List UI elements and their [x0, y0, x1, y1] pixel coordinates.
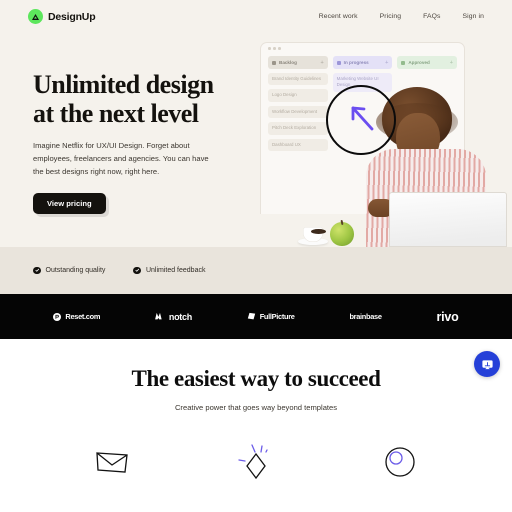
- client-logo-label: rivo: [436, 309, 459, 324]
- add-card-button[interactable]: +: [450, 60, 453, 66]
- reset-circle-icon: [53, 312, 62, 321]
- nav-links: Recent work Pricing FAQs Sign in: [319, 13, 484, 20]
- client-logo-label: Reset.com: [65, 312, 101, 321]
- badge-label: Outstanding quality: [45, 267, 106, 274]
- client-logo-strip: Reset.com notch FullPicture brainbase ri…: [0, 294, 512, 339]
- add-card-button[interactable]: +: [385, 60, 388, 66]
- client-logo-rivo[interactable]: rivo: [436, 310, 458, 324]
- client-logo-notch[interactable]: notch: [154, 311, 192, 322]
- nav-link-pricing[interactable]: Pricing: [380, 13, 401, 20]
- laptop-graphic: [389, 192, 507, 247]
- mountain-logo-icon: [28, 9, 43, 24]
- cup-coffee: [310, 228, 326, 234]
- window-dot: [273, 47, 276, 50]
- hero-subtitle: Imagine Netflix for UX/UI Design. Forget…: [33, 141, 209, 177]
- add-card-button[interactable]: +: [320, 60, 323, 66]
- badge-unlimited-feedback: Unlimited feedback: [133, 266, 206, 275]
- bottom-section: The easiest way to succeed Creative powe…: [0, 339, 512, 512]
- board-card[interactable]: Dashboard UX: [268, 138, 328, 151]
- column-title: Backlog: [279, 60, 297, 65]
- hero-title-line1: Unlimited design: [33, 70, 214, 99]
- client-logo-label: brainbase: [349, 312, 382, 321]
- board-column-backlog: Backlog + Brand Identity Guidelines Logo…: [268, 56, 328, 151]
- column-header: Approved +: [397, 56, 458, 69]
- apple-stem: [340, 219, 344, 226]
- hero-title-line2: at the next level: [33, 99, 199, 129]
- client-logo-brainbase[interactable]: brainbase: [349, 312, 382, 321]
- column-title: Approved: [408, 60, 430, 65]
- chat-bubble-icon[interactable]: [474, 351, 500, 377]
- landing-page: DesignUp Recent work Pricing FAQs Sign i…: [0, 0, 512, 512]
- brand-name: DesignUp: [48, 10, 96, 23]
- board-card[interactable]: Pitch Deck Exploration: [268, 122, 328, 135]
- client-logo-reset[interactable]: Reset.com: [53, 312, 100, 321]
- top-navigation: DesignUp Recent work Pricing FAQs Sign i…: [0, 0, 512, 33]
- hero-copy: Unlimited design at the next level Imagi…: [33, 70, 248, 215]
- client-logo-label: FullPicture: [259, 312, 295, 321]
- client-logo-label: notch: [168, 311, 192, 322]
- check-circle-icon: [33, 266, 41, 275]
- window-dot: [268, 47, 271, 50]
- feature-icon-row: [0, 439, 512, 485]
- board-card[interactable]: Logo Design: [268, 89, 328, 102]
- board-card[interactable]: Workflow Development: [268, 105, 328, 119]
- hero-artwork: Backlog + Brand Identity Guidelines Logo…: [254, 42, 512, 247]
- envelope-icon: [89, 439, 135, 485]
- circles-icon: [377, 439, 423, 485]
- sparkle-diamond-icon: [233, 439, 279, 485]
- fullpicture-flag-icon: [247, 312, 255, 320]
- board-window-bar: [261, 43, 464, 54]
- window-dot: [278, 47, 281, 50]
- column-chip-icon: [272, 60, 276, 65]
- bottom-subtitle: Creative power that goes way beyond temp…: [174, 403, 338, 413]
- view-pricing-button[interactable]: View pricing: [33, 193, 106, 215]
- board-card[interactable]: Brand Identity Guidelines: [268, 73, 328, 86]
- hero-section: DesignUp Recent work Pricing FAQs Sign i…: [0, 0, 512, 247]
- column-title: In progress: [343, 60, 369, 65]
- feature-badges-band: Outstanding quality Unlimited feedback: [0, 247, 512, 294]
- column-header: In progress +: [332, 56, 393, 69]
- bottom-title: The easiest way to succeed: [131, 366, 381, 391]
- coffee-cup-graphic: [298, 221, 328, 245]
- nav-link-faqs[interactable]: FAQs: [423, 13, 440, 20]
- notch-mark-icon: [154, 312, 162, 320]
- nav-link-sign-in[interactable]: Sign in: [463, 13, 484, 20]
- column-chip-icon: [336, 60, 341, 65]
- nav-link-recent-work[interactable]: Recent work: [319, 13, 358, 20]
- column-chip-icon: [401, 60, 406, 65]
- column-header: Backlog +: [268, 56, 328, 69]
- badge-label: Unlimited feedback: [145, 267, 206, 274]
- annotation-arrow-icon: [351, 106, 374, 131]
- green-apple-graphic: [330, 219, 354, 246]
- hero-title: Unlimited design at the next level: [33, 70, 248, 128]
- brand-logo-link[interactable]: DesignUp: [28, 9, 96, 24]
- check-circle-icon: [133, 266, 141, 275]
- badge-outstanding-quality: Outstanding quality: [33, 266, 106, 275]
- client-logo-fullpicture[interactable]: FullPicture: [247, 312, 295, 321]
